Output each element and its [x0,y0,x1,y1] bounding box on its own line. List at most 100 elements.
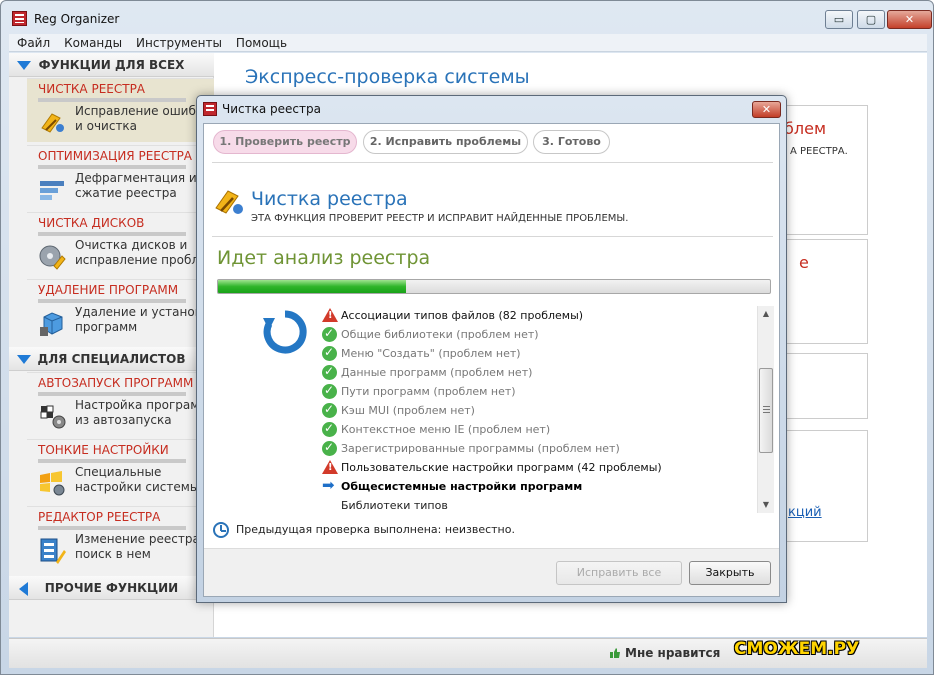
sidebar-item-desc-1: Дефрагментация и [75,171,197,185]
menu-help[interactable]: Помощь [228,34,293,50]
check-item-label: Пути программ (проблем нет) [341,385,516,398]
sidebar-item-autorun[interactable]: АВТОЗАПУСК ПРОГРАММ Настройка программ и… [27,372,214,436]
category-underline [38,392,186,396]
refresh-icon [263,310,307,354]
sidebar-item-registry-clean[interactable]: ЧИСТКА РЕЕСТРА Исправление ошибок и очис… [27,78,214,142]
check-item: Данные программ (проблем нет) [322,363,748,382]
check-item-label: Общие библиотеки (проблем нет) [341,328,539,341]
menu-bar: Файл Команды Инструменты Помощь [9,34,927,52]
check-item: Пути программ (проблем нет) [322,382,748,401]
category-underline [38,232,186,236]
sidebar-item-desc-2: исправление проблем [75,253,214,267]
check-ok-icon [322,383,337,399]
windows-tweaks-icon [40,471,65,496]
dialog-heading: Чистка реестра [251,188,408,210]
section-label: ФУНКЦИИ ДЛЯ ВСЕХ [38,58,185,72]
progress-fill [218,280,406,293]
uninstall-icon [40,312,63,336]
analysis-label: Идет анализ реестра [217,247,431,269]
sidebar-item-registry-optimize[interactable]: ОПТИМИЗАЦИЯ РЕЕСТРА Дефрагментация и сжа… [27,145,214,209]
close-button[interactable]: ✕ [887,10,932,29]
check-item: Меню "Создать" (проблем нет) [322,344,748,363]
sidebar-item-desc-1: Изменение реестра и [75,532,212,546]
sidebar-item-disk-clean[interactable]: ЧИСТКА ДИСКОВ Очистка дисков и исправлен… [27,212,214,276]
background-text-2: А РЕЕСТРА. [790,146,848,157]
menu-tools[interactable]: Инструменты [128,34,228,50]
sidebar-item-category: УДАЛЕНИЕ ПРОГРАММ [38,283,179,297]
check-item: Кэш MUI (проблем нет) [322,401,748,420]
check-item: ➡ Общесистемные настройки программ [322,477,748,496]
close-dialog-button[interactable]: Закрыть [689,561,771,585]
sidebar-item-category: ОПТИМИЗАЦИЯ РЕЕСТРА [38,149,193,163]
menu-file[interactable]: Файл [9,34,56,50]
watermark-logo: СМОЖЕМ.РУ [734,639,860,659]
minimize-button[interactable]: ▭ [825,10,853,29]
sidebar-item-desc-2: сжатие реестра [75,186,177,200]
sidebar-item-category: ЧИСТКА РЕЕСТРА [38,82,146,96]
check-item-label: Данные программ (проблем нет) [341,366,533,379]
scroll-down-icon[interactable]: ▼ [758,497,774,513]
check-item-label: Зарегистрированные программы (проблем не… [341,442,620,455]
section-header-for-all[interactable]: ФУНКЦИИ ДЛЯ ВСЕХ [9,53,214,77]
divider [212,236,773,237]
warning-icon [322,460,338,474]
registry-clean-dialog: Чистка реестра ✕ 1. Проверить реестр 2. … [196,95,787,603]
dialog-close-button[interactable]: ✕ [752,101,781,118]
step-check: 1. Проверить реестр [213,130,357,154]
dialog-description: ЭТА ФУНКЦИЯ ПРОВЕРИТ РЕЕСТР И ИСПРАВИТ Н… [251,213,629,224]
sidebar-item-regedit[interactable]: РЕДАКТОР РЕЕСТРА Изменение реестра и пои… [27,506,214,570]
previous-check-text: Предыдущая проверка выполнена: неизвестн… [236,523,515,536]
step-done: 3. Готово [533,130,610,154]
page-title: Экспресс-проверка системы [245,66,530,88]
category-underline [38,299,186,303]
check-item-label: Ассоциации типов файлов (82 проблемы) [341,309,584,322]
check-item: Общие библиотеки (проблем нет) [322,325,748,344]
maximize-button[interactable]: ▢ [857,10,885,29]
sidebar-item-tweaks[interactable]: ТОНКИЕ НАСТРОЙКИ Специальные настройки с… [27,439,214,503]
sidebar-item-desc-2: из автозапуска [75,413,172,427]
window-title: Reg Organizer [34,12,120,26]
check-ok-icon [322,364,337,380]
category-underline [38,98,186,102]
dialog-body: 1. Проверить реестр 2. Исправить проблем… [203,123,780,597]
like-button[interactable]: Мне нравится [625,646,720,660]
category-underline [38,526,186,530]
section-header-specialists[interactable]: ДЛЯ СПЕЦИАЛИСТОВ [9,347,214,371]
divider [212,162,773,163]
dialog-footer: Исправить все Закрыть [204,548,779,596]
sidebar-item-desc-1: Очистка дисков и [75,238,188,252]
sidebar-item-desc-1: Настройка программ [75,398,209,412]
disk-clean-icon [39,245,66,270]
sidebar-item-desc-2: программ [75,320,138,334]
defrag-icon [40,181,64,200]
progress-bar [217,279,771,294]
section-label: ПРОЧИЕ ФУНКЦИИ [44,581,179,595]
app-logo-icon [203,102,217,116]
pending-icon [322,498,337,513]
sidebar-item-category: РЕДАКТОР РЕЕСТРА [38,510,161,524]
sidebar-item-desc-2: и очистка [75,119,138,133]
fix-all-button[interactable]: Исправить все [556,561,682,585]
scroll-thumb[interactable] [759,368,773,453]
background-panel-2 [784,239,868,344]
category-underline [38,459,186,463]
list-scrollbar[interactable]: ▲ ▼ [757,306,774,513]
section-header-other[interactable]: ПРОЧИЕ ФУНКЦИИ [9,576,214,600]
grip-icon [763,406,770,413]
sidebar-item-category: ТОНКИЕ НАСТРОЙКИ [38,443,169,457]
check-item-label: Меню "Создать" (проблем нет) [341,347,521,360]
category-underline [38,165,186,169]
check-item: Библиотеки типов [322,496,748,515]
check-item: Контекстное меню IE (проблем нет) [322,420,748,439]
sidebar-item-uninstall[interactable]: УДАЛЕНИЕ ПРОГРАММ Удаление и установка п… [27,279,214,343]
warning-icon [322,308,338,322]
dialog-title-bar: Чистка реестра ✕ [197,96,786,122]
background-panel-4 [784,430,868,542]
registry-clean-icon [215,190,243,214]
scroll-up-icon[interactable]: ▲ [758,306,774,322]
check-item-label: Контекстное меню IE (проблем нет) [341,423,551,436]
menu-commands[interactable]: Команды [56,34,128,50]
background-link[interactable]: кций [788,505,822,520]
background-text-1: блем [784,119,827,138]
sidebar-item-category: ЧИСТКА ДИСКОВ [38,216,145,230]
